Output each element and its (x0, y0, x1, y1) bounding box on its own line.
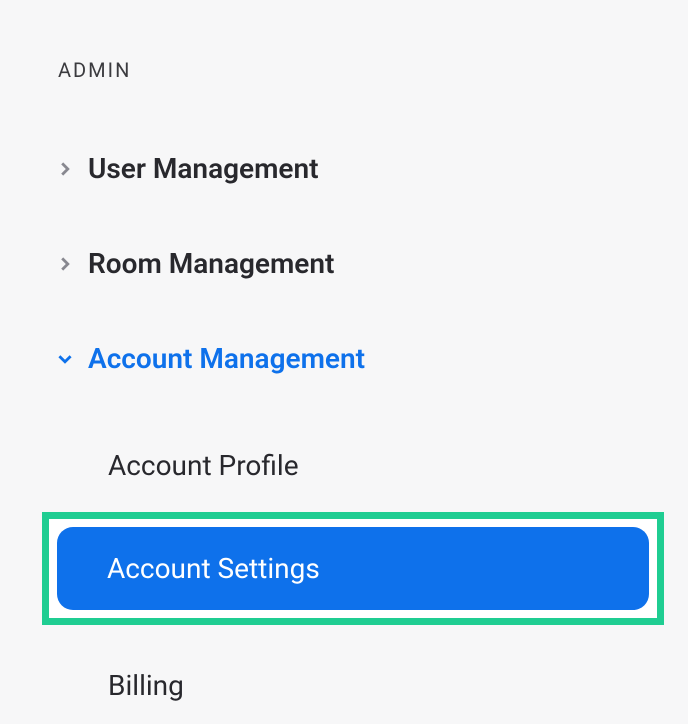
account-management-sublist: Account Profile Account Settings Billing (58, 427, 688, 724)
chevron-down-icon (58, 352, 88, 366)
highlight-box: Account Settings (42, 512, 664, 625)
nav-item-label: User Management (88, 152, 319, 185)
chevron-right-icon (58, 162, 88, 176)
chevron-right-icon (58, 257, 88, 271)
sub-item-account-settings[interactable]: Account Settings (57, 527, 649, 610)
admin-nav-list: User Management Room Management Account … (58, 152, 688, 375)
sub-item-account-profile[interactable]: Account Profile (100, 427, 688, 504)
sub-item-account-settings-highlight[interactable]: Account Settings (42, 512, 688, 625)
nav-item-room-management[interactable]: Room Management (58, 247, 688, 280)
section-header-admin: ADMIN (58, 58, 688, 82)
nav-item-label: Account Management (88, 342, 365, 375)
nav-item-label: Room Management (88, 247, 334, 280)
nav-item-account-management[interactable]: Account Management (58, 342, 688, 375)
nav-item-user-management[interactable]: User Management (58, 152, 688, 185)
sub-item-billing[interactable]: Billing (100, 647, 688, 724)
